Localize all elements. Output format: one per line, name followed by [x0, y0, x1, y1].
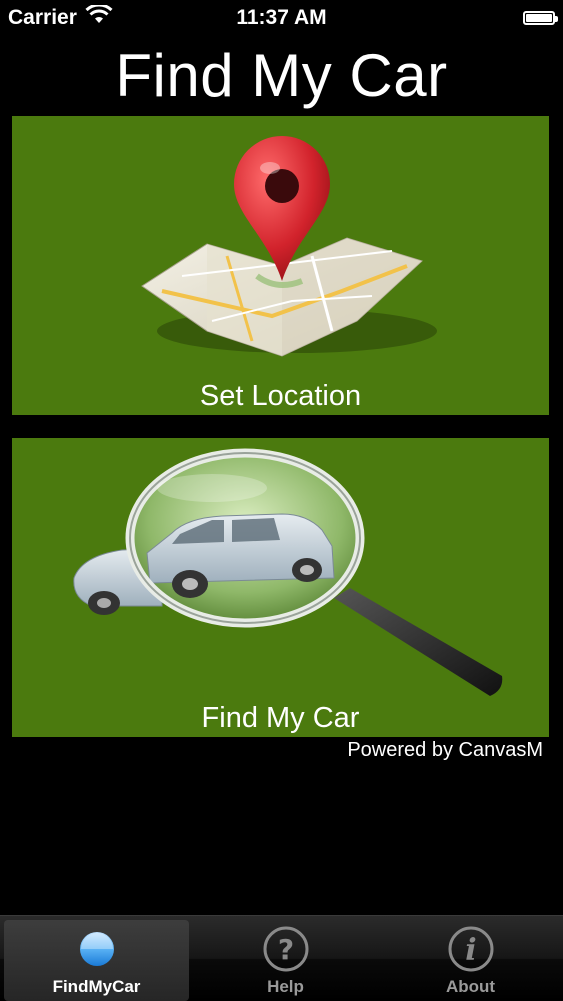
- info-icon: i: [445, 923, 497, 975]
- tab-findmycar-label: FindMyCar: [52, 977, 141, 996]
- tab-about-label: About: [445, 977, 496, 996]
- status-right: [523, 11, 563, 25]
- svg-text:i: i: [465, 933, 476, 968]
- find-my-car-label: Find My Car: [201, 702, 360, 734]
- wifi-icon: [85, 3, 113, 31]
- status-left: Carrier: [0, 3, 113, 31]
- tab-bar: FindMyCar ? Help i About: [0, 915, 563, 1001]
- svg-text:?: ?: [277, 933, 293, 966]
- status-bar: Carrier 11:37 AM: [0, 0, 563, 36]
- battery-icon: [523, 11, 558, 25]
- page-title: Find My Car: [115, 42, 448, 109]
- tab-findmycar[interactable]: FindMyCar: [4, 920, 189, 1001]
- magnifier-car-icon: [73, 448, 503, 696]
- set-location-label: Set Location: [199, 380, 362, 412]
- tab-about[interactable]: i About: [378, 916, 563, 1001]
- map-pin-icon: [141, 136, 437, 357]
- question-icon: ?: [260, 923, 312, 975]
- tab-help-label: Help: [267, 977, 304, 996]
- set-location-button[interactable]: Set Location: [12, 116, 549, 415]
- carrier-label: Carrier: [8, 6, 77, 29]
- powered-by-text: Powered by CanvasM: [347, 739, 543, 761]
- tab-help[interactable]: ? Help: [193, 916, 378, 1001]
- find-my-car-button[interactable]: Find My Car: [12, 438, 549, 737]
- blue-dot-icon: [71, 923, 123, 975]
